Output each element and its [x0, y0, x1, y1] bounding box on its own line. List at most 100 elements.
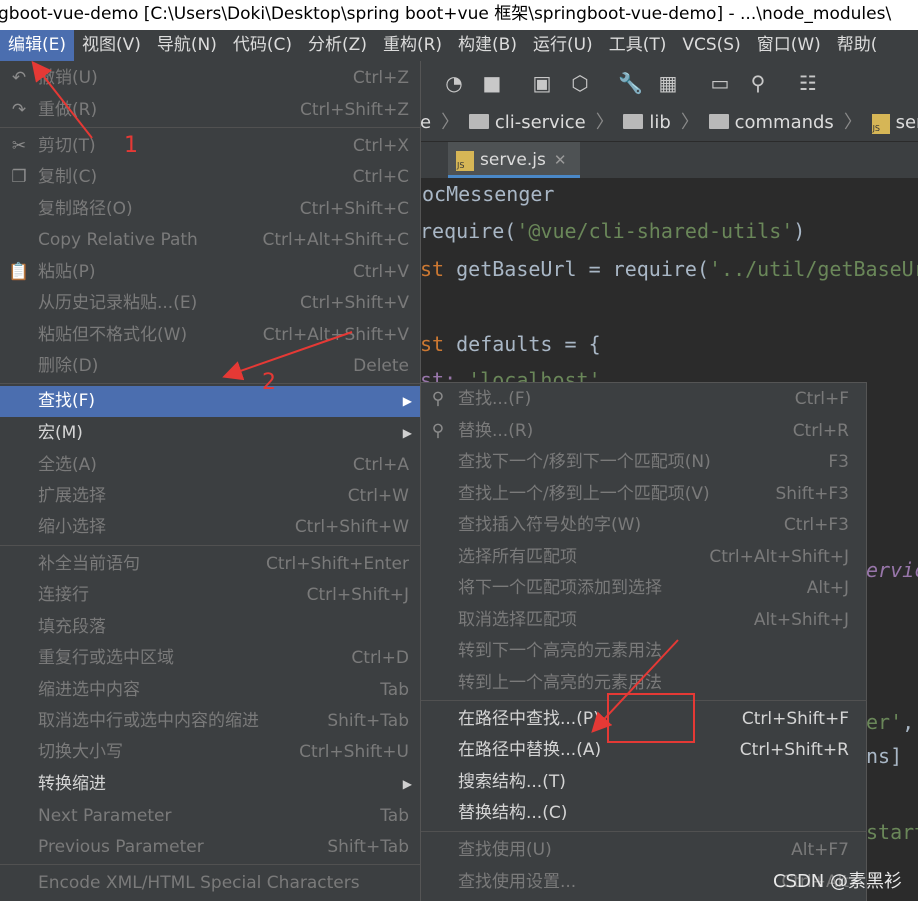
tab-label: serve.js [480, 150, 546, 170]
menu-refactor[interactable]: 重构(R) [375, 30, 450, 61]
menu-view[interactable]: 视图(V) [74, 30, 149, 61]
menu-window[interactable]: 窗口(W) [749, 30, 829, 61]
breadcrumb-item[interactable]: lib [649, 105, 670, 141]
edit-menu: ↶ 撤销(U) Ctrl+Z ↷ 重做(R) Ctrl+Shift+Z ✂ 剪切(T… [0, 61, 421, 901]
submenu-item-find-usages[interactable]: 查找使用(U) Alt+F7 [421, 835, 867, 866]
search-icon: ⚲ [431, 389, 445, 409]
code-line: ervic [866, 558, 918, 582]
submenu-arrow-icon: ▶ [402, 426, 412, 440]
watermark: CSDN @素黑衫 [772, 871, 902, 892]
breadcrumb-item[interactable]: serve.js [896, 105, 918, 141]
menu-item-copy-path[interactable]: 复制路径(O) Ctrl+Shift+C [0, 194, 420, 225]
submenu-item-previous-highlighted-usage[interactable]: 转到上一个高亮的元素用法 [421, 668, 867, 699]
js-file-icon: JS [871, 114, 890, 134]
editor-tab-bar: JS serve.js ✕ [420, 142, 918, 178]
submenu-item-find[interactable]: ⚲ 查找...(F) Ctrl+F [421, 384, 867, 415]
menu-item-copy-relative-path[interactable]: Copy Relative Path Ctrl+Alt+Shift+C [0, 225, 420, 256]
toolbar: ◔ ■ ▣ ⬡ 🔧 ▦ ▭ ⚲ ☷ [420, 61, 918, 106]
menu-item-duplicate-line[interactable]: 重复行或选中区域 Ctrl+D [0, 643, 420, 674]
copy-icon: ❐ [11, 167, 27, 187]
terminal-icon[interactable]: ▭ [708, 71, 732, 95]
menu-separator [0, 864, 420, 865]
submenu-arrow-icon: ▶ [402, 777, 412, 791]
close-icon[interactable]: ✕ [554, 151, 567, 169]
menu-navigate[interactable]: 导航(N) [149, 30, 225, 61]
find-submenu: ⚲ 查找...(F) Ctrl+F ⚲ 替换...(R) Ctrl+R 查找下一个/… [420, 382, 867, 901]
project-structure-icon[interactable]: ▦ [656, 71, 680, 95]
submenu-item-replace-structurally[interactable]: 替换结构...(C) [421, 798, 867, 829]
menu-item-extend-selection[interactable]: 扩展选择 Ctrl+W [0, 481, 420, 512]
main-menu-bar: 编辑(E) 视图(V) 导航(N) 代码(C) 分析(Z) 重构(R) 构建(B… [0, 30, 918, 61]
menu-separator [0, 545, 420, 546]
breadcrumb: e〉 cli-service〉 lib〉 commands〉 JSserve.j… [420, 105, 918, 142]
menu-run[interactable]: 运行(U) [525, 30, 601, 61]
menu-item-paste-from-history[interactable]: 从历史记录粘贴...(E) Ctrl+Shift+V [0, 288, 420, 319]
menu-help[interactable]: 帮助( [829, 30, 886, 61]
menu-item-paste[interactable]: 📋 粘贴(P) Ctrl+V [0, 257, 420, 288]
menu-separator [421, 700, 867, 701]
wrench-icon[interactable]: 🔧 [618, 71, 643, 95]
menu-item-redo[interactable]: ↷ 重做(R) Ctrl+Shift+Z [0, 95, 420, 126]
undo-icon: ↶ [11, 68, 27, 88]
menu-item-encode-xml[interactable]: Encode XML/HTML Special Characters [0, 868, 420, 899]
menu-item-join-lines[interactable]: 连接行 Ctrl+Shift+J [0, 580, 420, 611]
code-line: st defaults = { [420, 332, 601, 356]
coverage-icon[interactable]: ▣ [530, 71, 554, 95]
submenu-item-add-next-occurrence[interactable]: 将下一个匹配项添加到选择 Alt+J [421, 573, 867, 604]
paste-icon: 📋 [8, 262, 30, 282]
stop-icon[interactable]: ■ [480, 71, 504, 95]
folder-icon [468, 114, 489, 129]
submenu-arrow-icon: ▶ [402, 394, 412, 408]
menu-item-macros[interactable]: 宏(M) ▶ [0, 418, 420, 449]
submenu-item-search-structurally[interactable]: 搜索结构...(T) [421, 767, 867, 798]
submenu-item-find-next[interactable]: 查找下一个/移到下一个匹配项(N) F3 [421, 447, 867, 478]
menu-separator [0, 383, 420, 384]
submenu-item-next-highlighted-usage[interactable]: 转到下一个高亮的元素用法 [421, 636, 867, 667]
breadcrumb-item[interactable]: cli-service [495, 105, 586, 141]
tasks-icon[interactable]: ☷ [796, 71, 820, 95]
submenu-item-find-word-at-caret[interactable]: 查找插入符号处的字(W) Ctrl+F3 [421, 510, 867, 541]
menu-item-undo[interactable]: ↶ 撤销(U) Ctrl+Z [0, 63, 420, 94]
tab-serve-js[interactable]: JS serve.js ✕ [448, 142, 581, 178]
menu-item-toggle-case[interactable]: 切换大小写 Ctrl+Shift+U [0, 737, 420, 768]
replace-icon: ⚲ [431, 421, 445, 441]
search-everywhere-icon[interactable]: ⚲ [746, 71, 770, 95]
menu-build[interactable]: 构建(B) [450, 30, 525, 61]
js-file-icon: JS [456, 151, 474, 171]
breadcrumb-item[interactable]: e [420, 105, 431, 141]
menu-analyze[interactable]: 分析(Z) [300, 30, 375, 61]
menu-item-shrink-selection[interactable]: 缩小选择 Ctrl+Shift+W [0, 512, 420, 543]
submenu-item-unselect-occurrence[interactable]: 取消选择匹配项 Alt+Shift+J [421, 605, 867, 636]
menu-item-copy[interactable]: ❐ 复制(C) Ctrl+C [0, 162, 420, 193]
menu-item-previous-parameter[interactable]: Previous Parameter Shift+Tab [0, 832, 420, 863]
menu-edit[interactable]: 编辑(E) [0, 30, 75, 61]
submenu-item-select-all-occurrences[interactable]: 选择所有匹配项 Ctrl+Alt+Shift+J [421, 542, 867, 573]
debug-icon[interactable]: ◔ [442, 71, 466, 95]
menu-item-select-all[interactable]: 全选(A) Ctrl+A [0, 450, 420, 481]
menu-separator [421, 831, 867, 832]
scissors-icon: ✂ [11, 136, 27, 156]
window-title-bar: gboot-vue-demo [C:\Users\Doki\Desktop\sp… [0, 0, 918, 30]
menu-vcs[interactable]: VCS(S) [674, 30, 748, 61]
menu-item-unindent[interactable]: 取消选中行或选中内容的缩进 Shift+Tab [0, 706, 420, 737]
menu-code[interactable]: 代码(C) [225, 30, 300, 61]
menu-item-indent-selection[interactable]: 缩进选中内容 Tab [0, 675, 420, 706]
submenu-item-replace[interactable]: ⚲ 替换...(R) Ctrl+R [421, 416, 867, 447]
menu-item-complete-statement[interactable]: 补全当前语句 Ctrl+Shift+Enter [0, 549, 420, 580]
menu-item-fill-paragraph[interactable]: 填充段落 [0, 612, 420, 643]
menu-item-cut[interactable]: ✂ 剪切(T) Ctrl+X [0, 131, 420, 162]
breadcrumb-item[interactable]: commands [735, 105, 834, 141]
menu-item-find[interactable]: 查找(F) ▶ [0, 386, 420, 417]
menu-tools[interactable]: 工具(T) [601, 30, 675, 61]
attach-icon[interactable]: ⬡ [568, 71, 592, 95]
folder-icon [623, 114, 644, 129]
menu-item-next-parameter[interactable]: Next Parameter Tab [0, 801, 420, 832]
menu-item-delete[interactable]: 删除(D) Delete [0, 351, 420, 382]
code-line: start [866, 820, 918, 844]
submenu-item-replace-in-path[interactable]: 在路径中替换...(A) Ctrl+Shift+R [421, 735, 867, 766]
menu-item-paste-no-format[interactable]: 粘贴但不格式化(W) Ctrl+Alt+Shift+V [0, 320, 420, 351]
menu-item-convert-indents[interactable]: 转换缩进 ▶ [0, 769, 420, 800]
code-line: ns] [ [866, 744, 918, 768]
submenu-item-find-in-path[interactable]: 在路径中查找...(P) Ctrl+Shift+F [421, 704, 867, 735]
submenu-item-find-previous[interactable]: 查找上一个/移到上一个匹配项(V) Shift+F3 [421, 479, 867, 510]
